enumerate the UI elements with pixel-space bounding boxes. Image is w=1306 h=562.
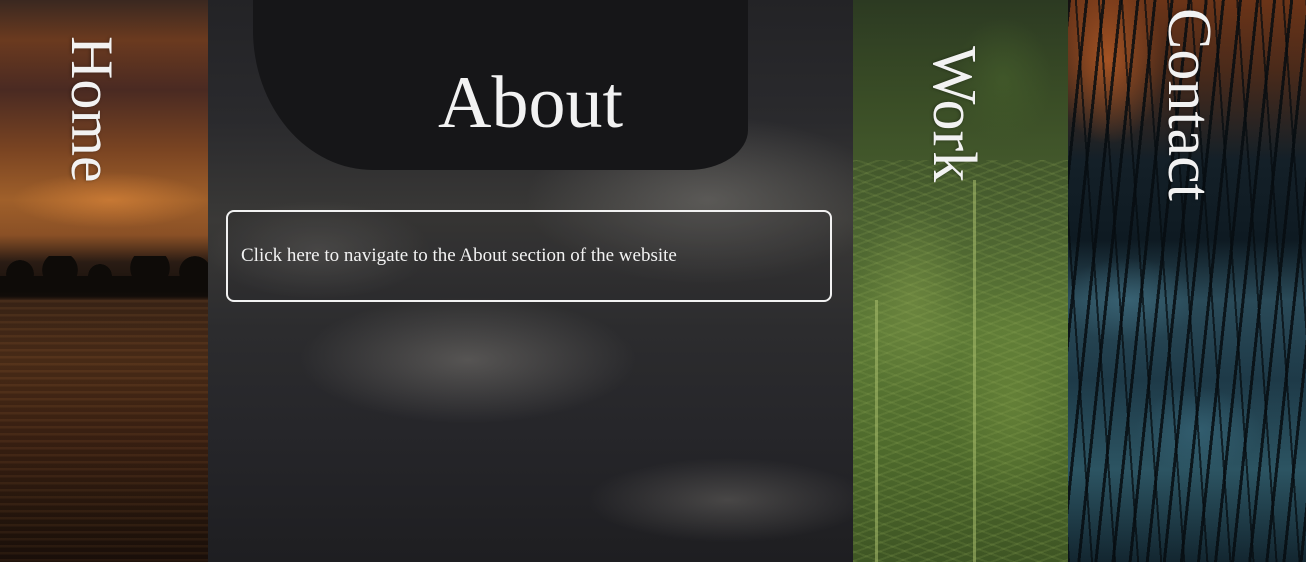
home-label[interactable]: Home <box>59 36 125 183</box>
treeline-silhouette <box>0 256 208 300</box>
nav-panels: Home About Click here to navigate to the… <box>0 0 1306 562</box>
fern-fronds <box>853 160 1068 562</box>
panel-contact[interactable]: Contact <box>1068 0 1306 562</box>
work-label[interactable]: Work <box>920 46 988 182</box>
water-ripples <box>0 300 208 562</box>
about-heading[interactable]: About <box>208 66 853 140</box>
panel-home[interactable]: Home <box>0 0 208 562</box>
fern-stem <box>973 180 976 562</box>
contact-label[interactable]: Contact <box>1155 8 1223 201</box>
panel-work[interactable]: Work <box>853 0 1068 562</box>
fern-stem <box>875 300 878 562</box>
about-nav-box[interactable]: Click here to navigate to the About sect… <box>226 210 832 302</box>
panel-about[interactable]: About Click here to navigate to the Abou… <box>208 0 853 562</box>
about-description: Click here to navigate to the About sect… <box>241 245 677 266</box>
